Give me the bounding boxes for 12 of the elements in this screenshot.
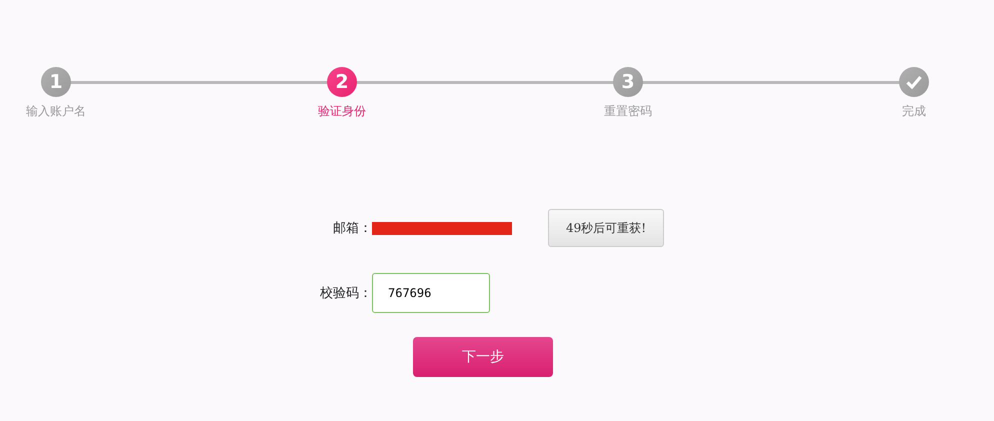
- email-label: 邮箱：: [332, 220, 372, 237]
- next-button[interactable]: 下一步: [413, 337, 553, 377]
- check-icon: [906, 75, 922, 89]
- step-label: 输入账户名: [26, 103, 86, 120]
- code-label: 校验码：: [319, 285, 372, 302]
- code-input[interactable]: 767696: [372, 273, 490, 313]
- step-label: 重置密码: [604, 103, 652, 120]
- step-circle: 3: [613, 67, 643, 97]
- step-label: 完成: [902, 103, 926, 120]
- step-circle: 1: [41, 67, 71, 97]
- step-label: 验证身份: [318, 103, 366, 120]
- step-circle: 2: [327, 67, 357, 97]
